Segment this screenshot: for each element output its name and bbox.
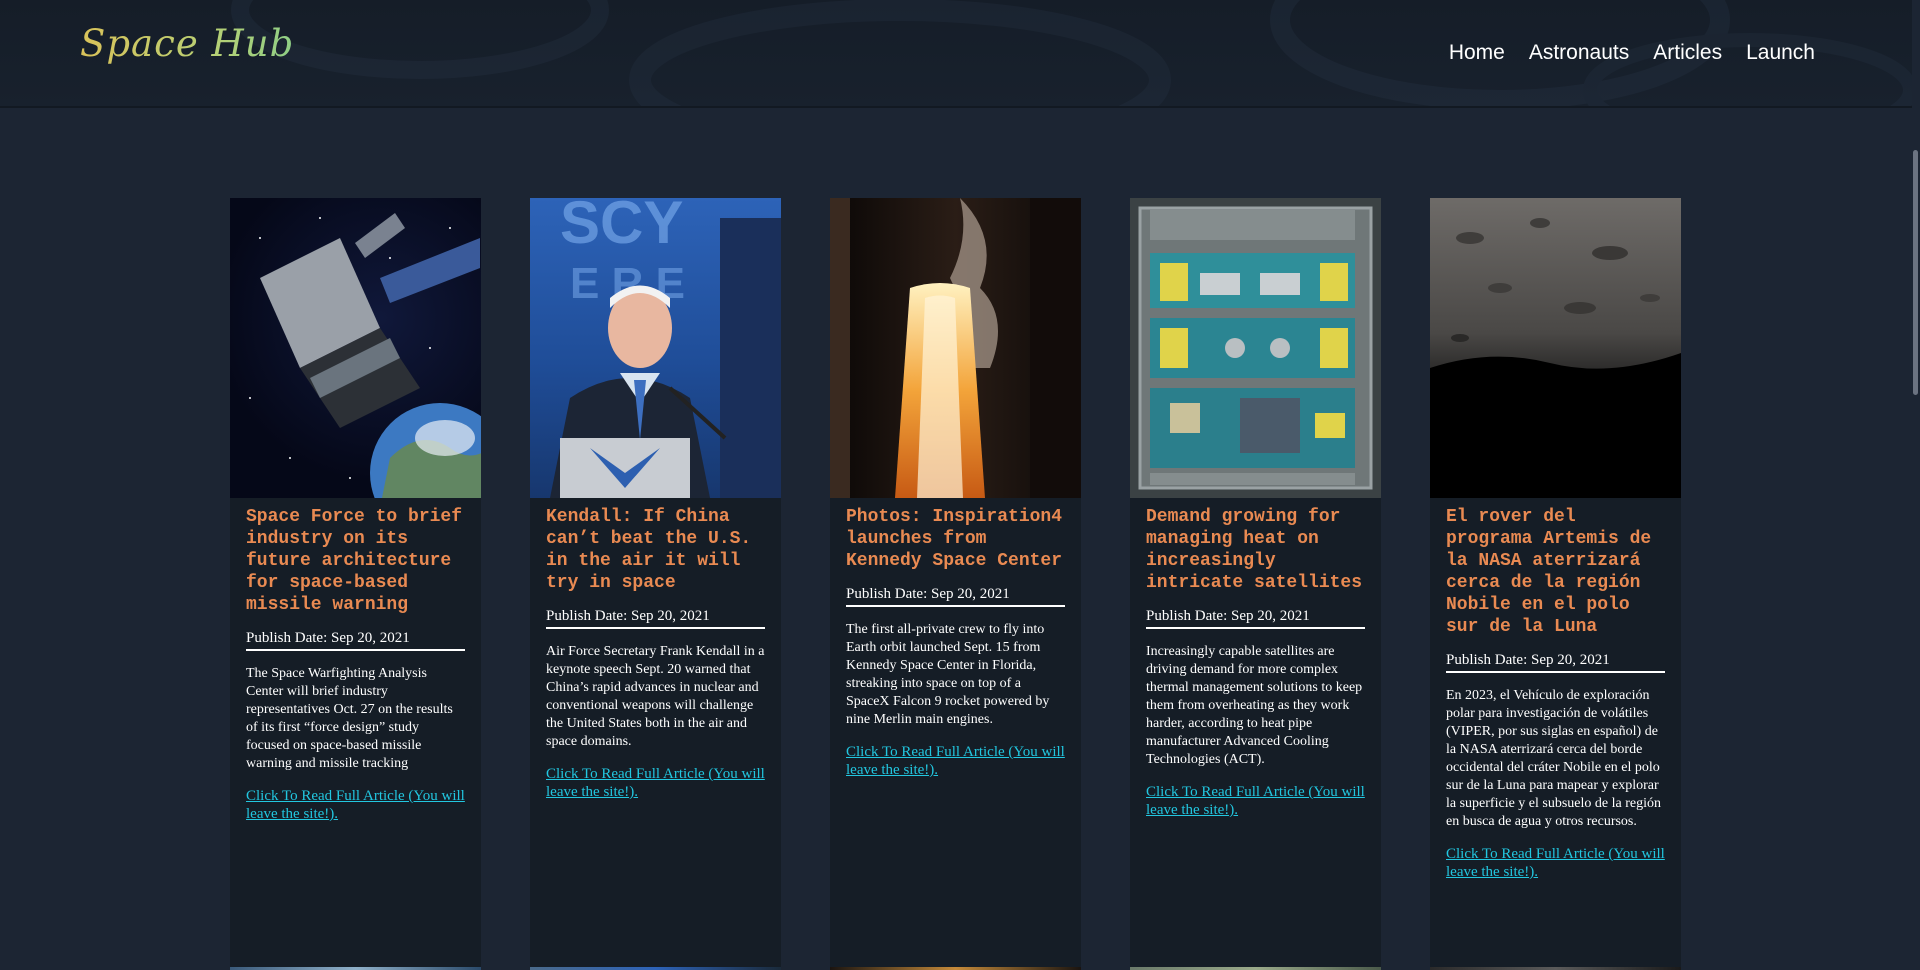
article-card: SCY E R E Kendall: If China can’t beat t… (530, 198, 781, 970)
article-description: The Space Warfighting Analysis Center wi… (246, 666, 453, 771)
article-image (1130, 198, 1381, 498)
main-nav: Home Astronauts Articles Launch (1449, 41, 1815, 65)
nav-launch[interactable]: Launch (1746, 41, 1815, 65)
article-card: Space Force to brief industry on its fut… (230, 198, 481, 970)
nav-articles[interactable]: Articles (1653, 41, 1722, 65)
page-scrollbar[interactable] (1912, 0, 1920, 970)
rocket-launch-image-icon (830, 198, 1081, 498)
read-full-article-link[interactable]: Click To Read Full Article (You will lea… (246, 787, 465, 823)
article-publish-date: Publish Date: Sep 20, 2021 (546, 608, 765, 629)
nav-home[interactable]: Home (1449, 41, 1505, 65)
article-description: En 2023, el Vehículo de exploración pola… (1446, 688, 1661, 829)
article-publish-date: Publish Date: Sep 20, 2021 (246, 630, 465, 651)
article-card: El rover del programa Artemis de la NASA… (1430, 198, 1681, 970)
article-image: SCY E R E (530, 198, 781, 498)
site-header: Space Hub Home Astronauts Articles Launc… (0, 0, 1912, 108)
article-publish-date: Publish Date: Sep 20, 2021 (1446, 652, 1665, 673)
article-title: Kendall: If China can’t beat the U.S. in… (546, 507, 752, 593)
scrollbar-thumb[interactable] (1913, 150, 1918, 395)
article-description: Increasingly capable satellites are driv… (1146, 644, 1363, 767)
read-full-article-link[interactable]: Click To Read Full Article (You will lea… (1446, 845, 1665, 881)
article-title: El rover del programa Artemis de la NASA… (1446, 507, 1652, 637)
article-image (230, 198, 481, 498)
site-logo[interactable]: Space Hub (80, 22, 294, 65)
satellite-image-icon (249, 213, 481, 498)
read-full-article-link[interactable]: Click To Read Full Article (You will lea… (546, 765, 765, 801)
article-image (1430, 198, 1681, 498)
article-title: Photos: Inspiration4 launches from Kenne… (846, 507, 1063, 571)
nav-astronauts[interactable]: Astronauts (1529, 41, 1629, 65)
article-title: Demand growing for managing heat on incr… (1146, 507, 1363, 593)
svg-text:SCY: SCY (560, 198, 683, 256)
article-card: Demand growing for managing heat on incr… (1130, 198, 1381, 970)
article-image (830, 198, 1081, 498)
circuit-board-image-icon (1138, 206, 1373, 490)
read-full-article-link[interactable]: Click To Read Full Article (You will lea… (846, 743, 1065, 779)
article-publish-date: Publish Date: Sep 20, 2021 (846, 586, 1065, 607)
speaker-image-icon: SCY E R E (550, 198, 781, 498)
article-card: Photos: Inspiration4 launches from Kenne… (830, 198, 1081, 970)
article-description: The first all-private crew to fly into E… (846, 622, 1050, 727)
article-publish-date: Publish Date: Sep 20, 2021 (1146, 608, 1365, 629)
lunar-surface-image-icon (1430, 218, 1681, 498)
article-title: Space Force to brief industry on its fut… (246, 507, 463, 615)
read-full-article-link[interactable]: Click To Read Full Article (You will lea… (1146, 783, 1365, 819)
article-description: Air Force Secretary Frank Kendall in a k… (546, 644, 765, 749)
